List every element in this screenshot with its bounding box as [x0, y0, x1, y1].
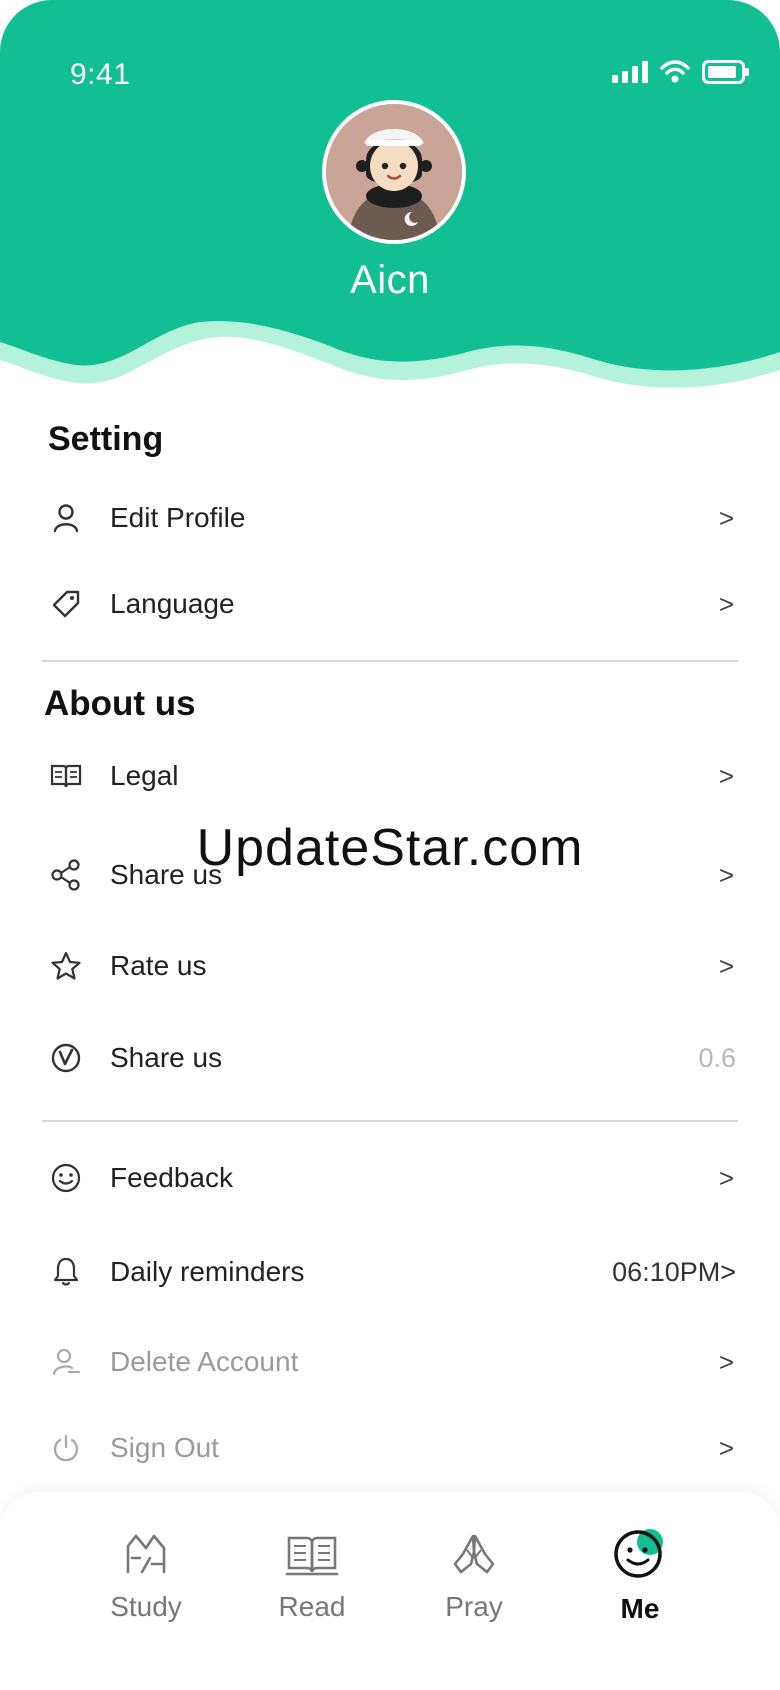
praying-hands-icon: [453, 1534, 495, 1574]
avatar[interactable]: [322, 100, 466, 244]
menu-item-daily-reminders[interactable]: Daily reminders 06:10PM>: [40, 1242, 740, 1302]
section-title-about-us: About us: [44, 684, 196, 723]
version-icon: [44, 1036, 88, 1080]
tag-icon: [44, 582, 88, 626]
user-minus-icon: [44, 1340, 88, 1384]
menu-item-version[interactable]: Share us 0.6: [40, 1028, 740, 1088]
tab-label: Pray: [445, 1591, 503, 1622]
wifi-icon: [660, 60, 690, 83]
menu-item-label: Rate us: [110, 950, 207, 981]
profile-name: Aicn: [350, 258, 430, 302]
smile-icon: [44, 1156, 88, 1200]
menu-item-label: Feedback: [110, 1162, 233, 1193]
menu-item-sign-out[interactable]: Sign Out >: [40, 1418, 740, 1478]
avatar-illustration: [326, 104, 462, 240]
power-icon: [44, 1426, 88, 1470]
book-icon: [44, 754, 88, 798]
menu-item-label: Edit Profile: [110, 502, 246, 533]
menu-item-label: Share us: [110, 1042, 223, 1073]
chevron-right-icon: >: [718, 588, 734, 619]
status-icons: [612, 60, 750, 84]
chevron-right-icon: >: [718, 1162, 734, 1193]
tab-pray[interactable]: Pray: [414, 1528, 534, 1623]
tab-label: Study: [110, 1591, 182, 1622]
menu-item-label: Delete Account: [110, 1346, 299, 1377]
bottom-tab-bar: Study Read Pray Me: [0, 1492, 780, 1690]
app-screen: 9:41 Aicn Setting Edit Profile > Languag…: [0, 0, 780, 1690]
star-icon: [44, 944, 88, 988]
me-face-icon: [614, 1529, 663, 1578]
reminder-time: 06:10PM>: [612, 1256, 736, 1287]
chevron-right-icon: >: [718, 950, 734, 981]
chevron-right-icon: >: [718, 1346, 734, 1377]
user-icon: [44, 496, 88, 540]
menu-item-label: Language: [110, 588, 235, 619]
tab-me[interactable]: Me: [580, 1528, 700, 1625]
menu-item-feedback[interactable]: Feedback >: [40, 1148, 740, 1208]
version-number: 0.6: [698, 1042, 736, 1073]
chevron-right-icon: >: [718, 1432, 734, 1463]
cellular-signal-icon: [612, 61, 648, 83]
watermark-text: UpdateStar.com: [196, 819, 584, 877]
section-title-setting: Setting: [48, 420, 164, 458]
menu-item-delete-account[interactable]: Delete Account >: [40, 1332, 740, 1392]
menu-item-legal[interactable]: Legal >: [40, 746, 740, 806]
tab-study[interactable]: Study: [86, 1528, 206, 1623]
status-time: 9:41: [70, 58, 131, 91]
profile-header: 9:41 Aicn: [0, 0, 780, 400]
menu-item-rate-us[interactable]: Rate us >: [40, 936, 740, 996]
menu-item-edit-profile[interactable]: Edit Profile >: [40, 488, 740, 548]
chevron-right-icon: >: [718, 760, 734, 791]
menu-item-label: Legal: [110, 760, 179, 791]
study-icon: [126, 1534, 166, 1574]
bell-icon: [44, 1250, 88, 1294]
menu-item-label: Daily reminders: [110, 1256, 305, 1287]
chevron-right-icon: >: [718, 502, 734, 533]
section-divider: [42, 660, 738, 662]
battery-icon: [702, 60, 749, 84]
tab-label: Read: [278, 1591, 346, 1622]
menu-item-language[interactable]: Language >: [40, 574, 740, 634]
tab-label: Me: [620, 1593, 660, 1624]
open-book-icon: [285, 1536, 339, 1576]
tab-read[interactable]: Read: [252, 1528, 372, 1623]
section-divider: [42, 1120, 738, 1122]
menu-item-label: Sign Out: [110, 1432, 219, 1463]
